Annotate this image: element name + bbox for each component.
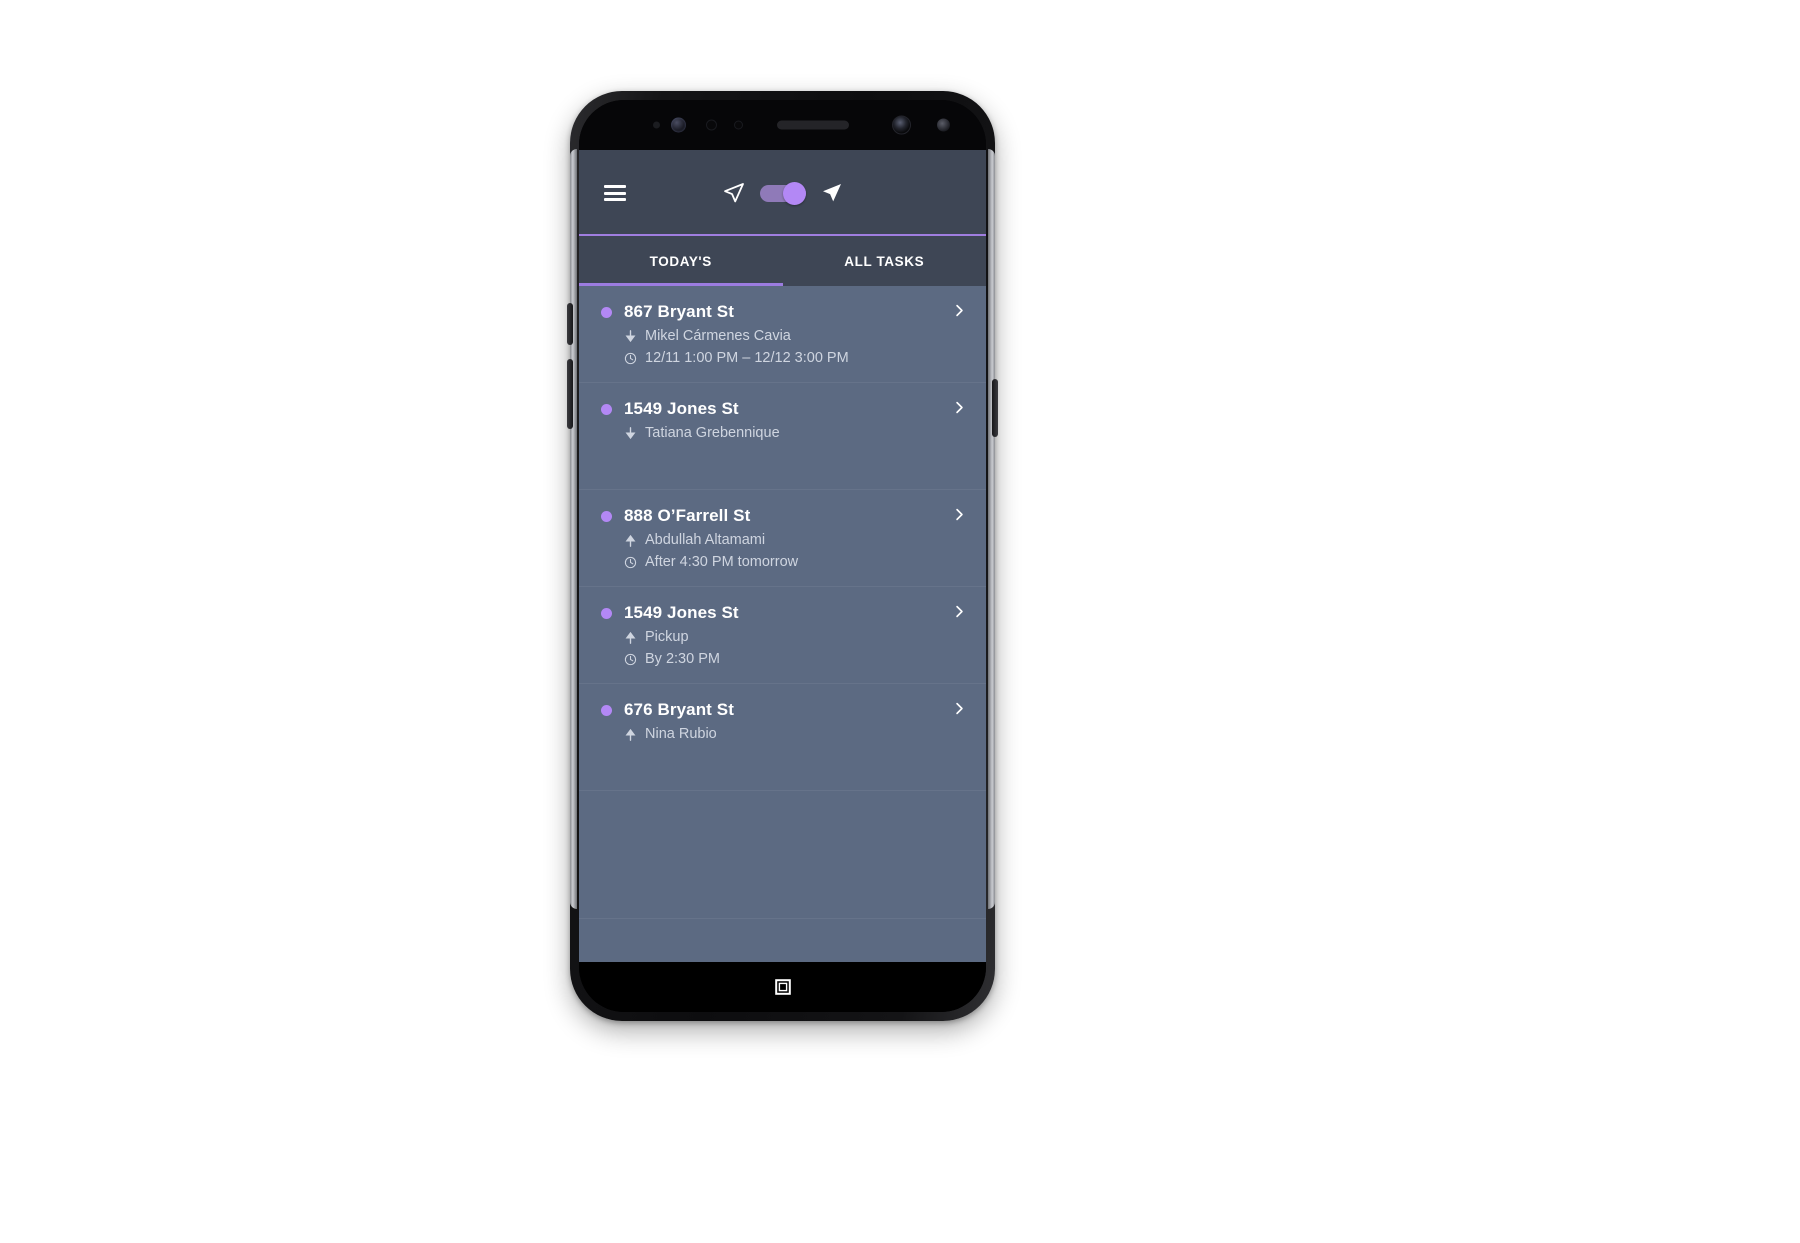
- sensor-ring-small-icon: [734, 120, 743, 130]
- navigation-mode-toggle[interactable]: [759, 182, 806, 205]
- task-contact: Tatiana Grebennique: [645, 425, 780, 441]
- app-bar: [579, 150, 986, 236]
- task-list-item[interactable]: 867 Bryant St Mikel Cármenes Cavia 12/11…: [579, 286, 986, 383]
- iris-scanner-icon: [671, 117, 686, 133]
- top-bezel: [579, 100, 986, 150]
- clock-icon: [624, 556, 637, 568]
- task-address: 888 O’Farrell St: [624, 506, 751, 525]
- status-dot-icon: [601, 510, 612, 522]
- chevron-right-icon[interactable]: [953, 401, 966, 414]
- chevron-right-icon[interactable]: [953, 702, 966, 715]
- chevron-right-icon[interactable]: [953, 605, 966, 618]
- chevron-right-icon[interactable]: [953, 508, 966, 521]
- navigation-arrow-outline-icon[interactable]: [722, 181, 746, 205]
- task-contact: Pickup: [645, 629, 689, 645]
- task-address: 1549 Jones St: [624, 399, 739, 418]
- task-address: 867 Bryant St: [624, 302, 734, 321]
- task-time: By 2:30 PM: [645, 651, 720, 667]
- task-address: 1549 Jones St: [624, 603, 739, 622]
- task-contact-row: Pickup: [601, 629, 964, 645]
- status-dot-icon: [601, 607, 612, 619]
- task-contact-row: Abdullah Altamami: [601, 532, 964, 548]
- task-title-row: 888 O’Farrell St: [601, 506, 964, 526]
- task-title-row: 1549 Jones St: [601, 399, 964, 419]
- clock-icon: [624, 352, 637, 364]
- task-title-row: 1549 Jones St: [601, 603, 964, 623]
- earpiece-speaker-icon: [777, 120, 849, 130]
- chevron-right-icon[interactable]: [953, 304, 966, 317]
- phone-inner-shell: TODAY'S ALL TASKS 867 Bryant St Mikel Cá…: [579, 100, 986, 1012]
- task-contact: Nina Rubio: [645, 726, 717, 742]
- status-dot-icon: [601, 704, 612, 716]
- front-camera-icon: [892, 115, 911, 135]
- arrow-down-icon: [625, 329, 636, 342]
- task-contact: Abdullah Altamami: [645, 532, 766, 548]
- task-contact-row: Tatiana Grebennique: [601, 425, 964, 441]
- task-address: 676 Bryant St: [624, 700, 734, 719]
- tab-all-tasks[interactable]: ALL TASKS: [783, 236, 987, 286]
- toggle-thumb: [782, 182, 806, 205]
- arrow-down-icon: [625, 426, 636, 439]
- task-list-item[interactable]: 888 O’Farrell St Abdullah Altamami After…: [579, 490, 986, 587]
- task-list[interactable]: 867 Bryant St Mikel Cármenes Cavia 12/11…: [579, 286, 986, 962]
- tab-todays[interactable]: TODAY'S: [579, 236, 783, 286]
- task-list-empty-area: [579, 791, 986, 919]
- status-dot-icon: [601, 306, 612, 318]
- arrow-up-icon: [625, 534, 636, 547]
- task-time-row: 12/11 1:00 PM – 12/12 3:00 PM: [601, 350, 964, 366]
- task-time-row: By 2:30 PM: [601, 651, 964, 667]
- arrow-up-icon: [625, 728, 636, 741]
- recents-square-button[interactable]: [774, 979, 791, 995]
- task-title-row: 676 Bryant St: [601, 700, 964, 720]
- power-button[interactable]: [992, 379, 998, 437]
- task-title-row: 867 Bryant St: [601, 302, 964, 322]
- hamburger-menu-icon[interactable]: [604, 185, 626, 201]
- android-nav-bar: [579, 962, 986, 1012]
- task-time: After 4:30 PM tomorrow: [645, 554, 799, 570]
- clock-icon: [624, 653, 637, 665]
- screenshot-canvas: TODAY'S ALL TASKS 867 Bryant St Mikel Cá…: [0, 0, 1800, 1243]
- volume-down-button[interactable]: [567, 359, 573, 429]
- task-time-row: After 4:30 PM tomorrow: [601, 554, 964, 570]
- sensor-ring-icon: [706, 119, 717, 131]
- phone-frame-right: [988, 149, 995, 909]
- task-contact-row: Mikel Cármenes Cavia: [601, 328, 964, 344]
- phone-screen: TODAY'S ALL TASKS 867 Bryant St Mikel Cá…: [579, 150, 986, 962]
- task-list-item[interactable]: 676 Bryant St Nina Rubio: [579, 684, 986, 791]
- task-time: 12/11 1:00 PM – 12/12 3:00 PM: [645, 350, 849, 366]
- volume-up-button[interactable]: [567, 303, 573, 345]
- arrow-up-icon: [625, 631, 636, 644]
- task-contact: Mikel Cármenes Cavia: [645, 328, 791, 344]
- phone-device: TODAY'S ALL TASKS 867 Bryant St Mikel Cá…: [567, 91, 998, 1021]
- task-contact-row: Nina Rubio: [601, 726, 964, 742]
- tab-bar: TODAY'S ALL TASKS: [579, 236, 986, 286]
- proximity-sensor-icon: [653, 121, 660, 129]
- phone-frame-left: [570, 149, 577, 909]
- status-dot-icon: [601, 403, 612, 415]
- navigation-toggle-group: [722, 181, 844, 205]
- flash-sensor-icon: [937, 118, 950, 132]
- navigation-arrow-filled-icon[interactable]: [820, 181, 844, 205]
- task-list-item[interactable]: 1549 Jones St Pickup By 2:30 PM: [579, 587, 986, 684]
- task-list-item[interactable]: 1549 Jones St Tatiana Grebennique: [579, 383, 986, 490]
